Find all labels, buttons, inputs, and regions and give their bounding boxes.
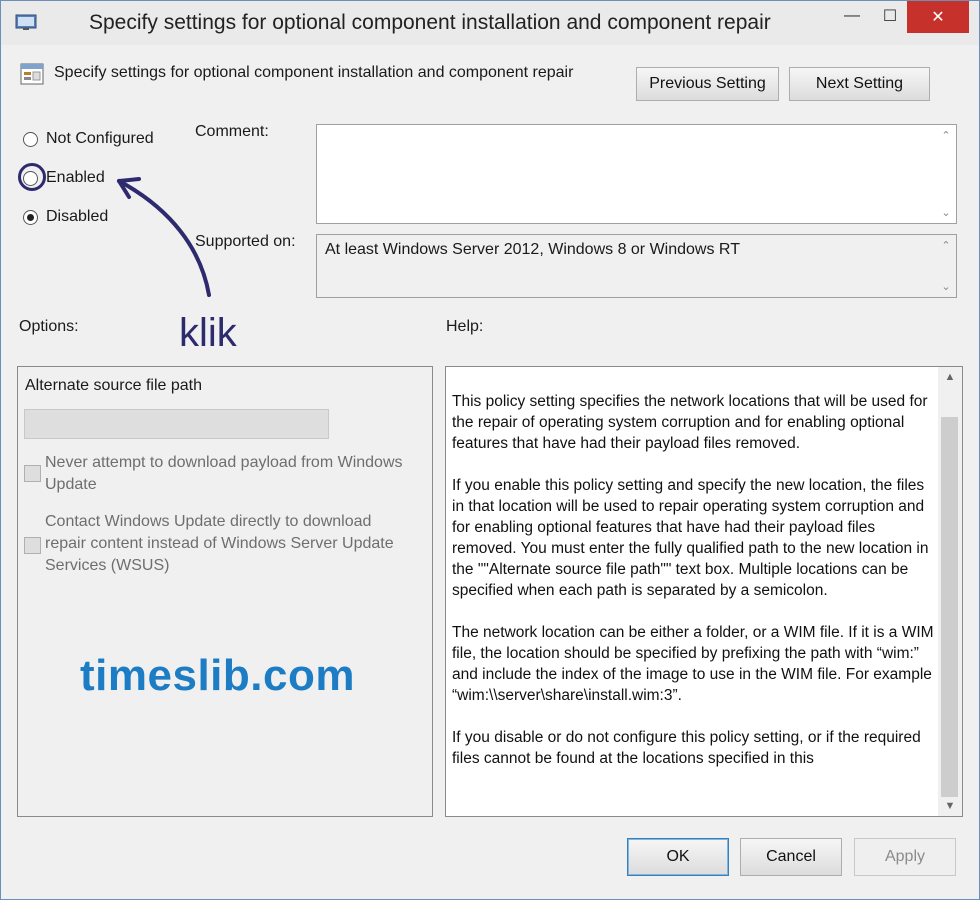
alternate-source-label: Alternate source file path xyxy=(25,377,202,394)
radio-circle-icon xyxy=(23,131,38,147)
help-panel: This policy setting specifies the networ… xyxy=(445,366,963,817)
help-paragraph: The network location can be either a fol… xyxy=(452,624,934,704)
help-paragraph: This policy setting specifies the networ… xyxy=(452,393,928,452)
scroll-down-icon[interactable]: ⌄ xyxy=(941,202,950,223)
apply-button[interactable]: Apply xyxy=(854,838,956,876)
radio-label: Disabled xyxy=(46,208,109,225)
contact-windows-update-label: Contact Windows Update directly to downl… xyxy=(45,513,394,574)
scroll-up-icon[interactable]: ⌃ xyxy=(941,125,950,146)
maximize-button[interactable]: ☐ xyxy=(873,1,907,31)
help-scrollbar[interactable]: ▲ ▼ xyxy=(938,367,962,816)
policy-editor-icon xyxy=(15,14,37,30)
options-label: Options: xyxy=(19,318,79,335)
help-paragraph: If you enable this policy setting and sp… xyxy=(452,477,929,599)
minimize-button[interactable]: — xyxy=(835,1,869,31)
policy-name: Specify settings for optional component … xyxy=(54,64,574,81)
ok-button[interactable]: OK xyxy=(627,838,729,876)
help-label: Help: xyxy=(446,318,484,335)
annotation-label: klik xyxy=(179,311,237,355)
watermark: timeslib.com xyxy=(80,651,355,700)
alternate-source-input[interactable] xyxy=(24,409,329,439)
radio-label: Not Configured xyxy=(46,130,154,147)
cancel-button[interactable]: Cancel xyxy=(740,838,842,876)
close-icon: ✕ xyxy=(931,9,945,26)
scroll-thumb[interactable] xyxy=(941,417,958,797)
supported-on-field: At least Windows Server 2012, Windows 8 … xyxy=(316,234,957,298)
title-bar: Specify settings for optional component … xyxy=(1,1,979,45)
scroll-up-icon[interactable]: ▲ xyxy=(938,367,962,387)
supported-scrollbar[interactable]: ⌃ ⌄ xyxy=(936,235,956,297)
comment-label: Comment: xyxy=(195,123,269,140)
contact-windows-update-checkbox[interactable] xyxy=(24,537,41,554)
comment-field[interactable]: ⌃ ⌄ xyxy=(316,124,957,224)
dialog-window: Specify settings for optional component … xyxy=(0,0,980,900)
supported-on-value: At least Windows Server 2012, Windows 8 … xyxy=(325,241,740,258)
help-text: This policy setting specifies the networ… xyxy=(452,391,934,790)
annotation-arrow xyxy=(117,177,211,297)
window-title: Specify settings for optional component … xyxy=(89,11,771,34)
comment-scrollbar[interactable]: ⌃ ⌄ xyxy=(936,125,956,223)
scroll-up-icon[interactable]: ⌃ xyxy=(941,235,950,256)
radio-label: Enabled xyxy=(46,169,105,186)
annotation-circle xyxy=(18,163,46,191)
close-button[interactable]: ✕ xyxy=(907,1,969,33)
radio-selected-icon xyxy=(23,209,38,225)
never-download-label: Never attempt to download payload from W… xyxy=(45,454,403,493)
help-paragraph: If you disable or do not configure this … xyxy=(452,729,921,767)
policy-setting-icon xyxy=(20,63,44,85)
scroll-down-icon[interactable]: ▼ xyxy=(938,796,962,816)
maximize-icon: ☐ xyxy=(882,8,898,25)
options-panel: Alternate source file path Never attempt… xyxy=(17,366,433,817)
minimize-icon: — xyxy=(844,7,860,24)
radio-disabled[interactable]: Disabled xyxy=(23,208,108,226)
scroll-down-icon[interactable]: ⌄ xyxy=(941,276,950,297)
next-setting-button[interactable]: Next Setting xyxy=(789,67,930,101)
never-download-checkbox[interactable] xyxy=(24,465,41,482)
radio-not-configured[interactable]: Not Configured xyxy=(23,130,154,148)
previous-setting-button[interactable]: Previous Setting xyxy=(636,67,779,101)
